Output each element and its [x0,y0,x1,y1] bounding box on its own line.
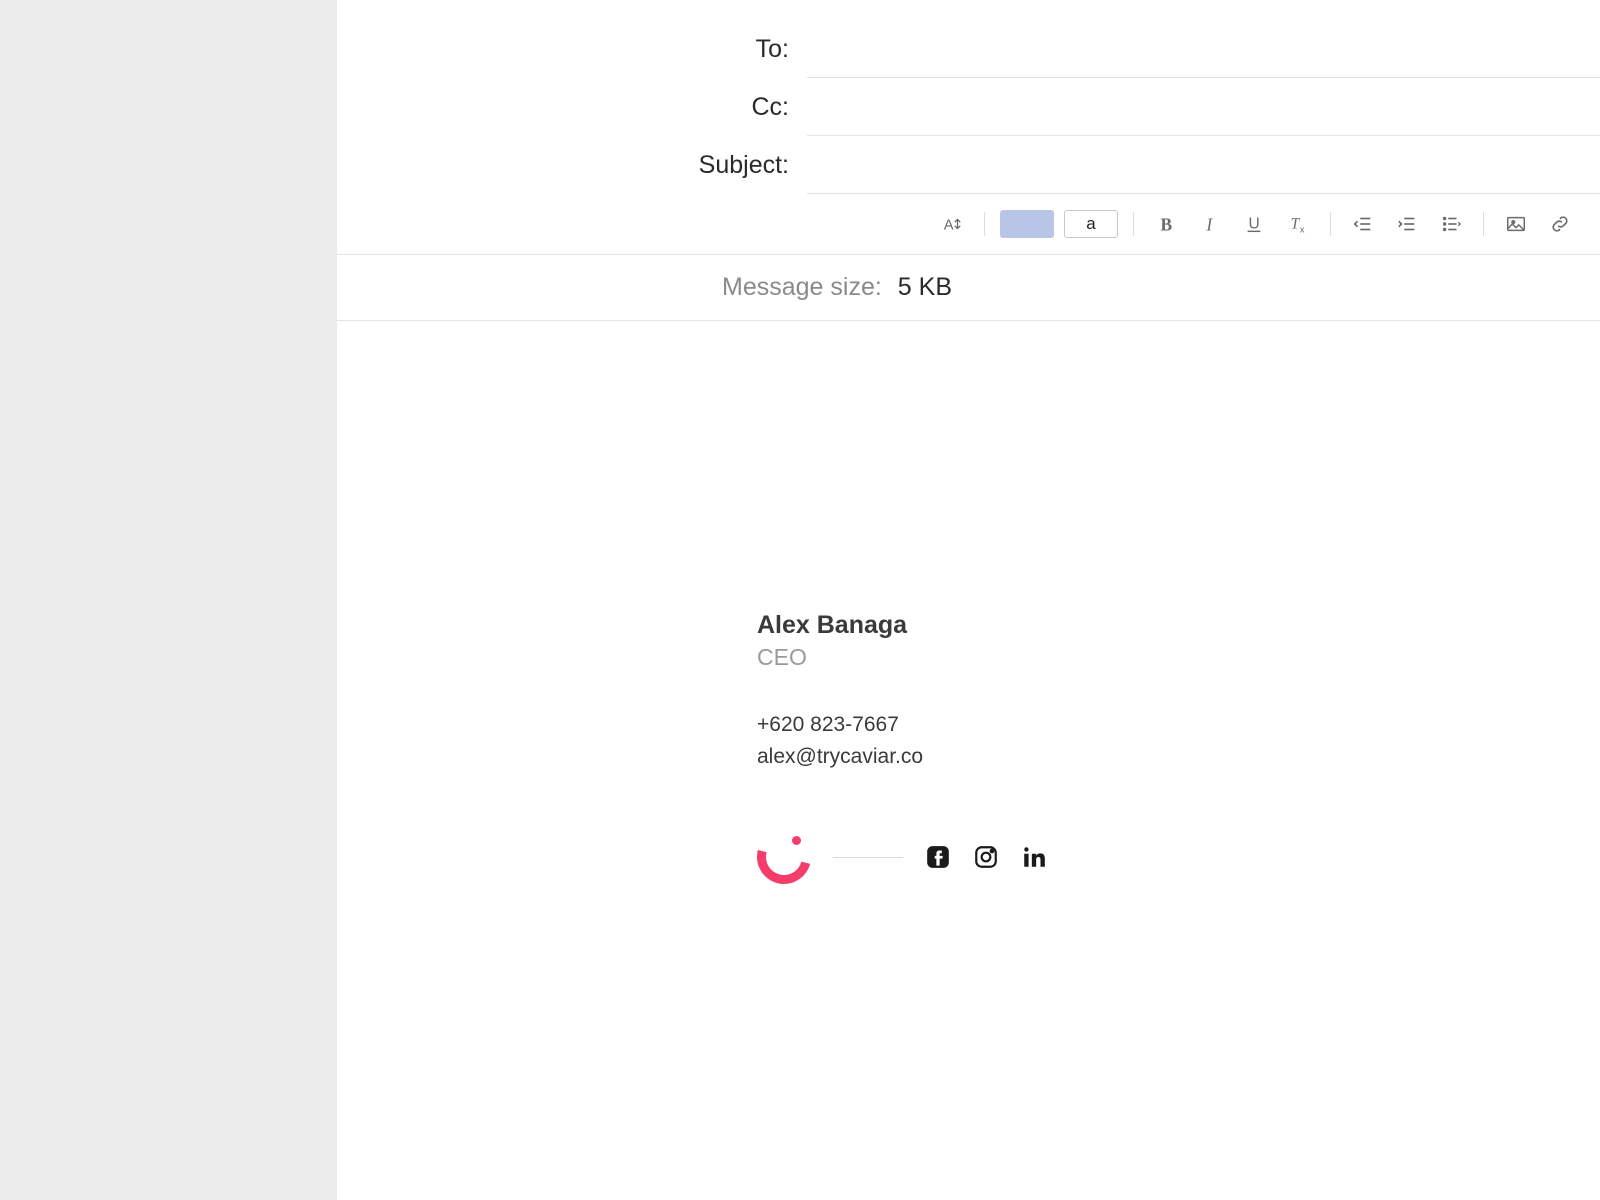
toolbar-separator [1330,212,1331,236]
company-logo-icon [757,830,811,884]
message-size-label: Message size: [722,273,882,302]
to-row: To: [337,20,1600,78]
facebook-icon[interactable] [925,844,951,870]
compose-pane: To: Cc: Subject: A a B I U [337,0,1600,1200]
signature-contact: +620 823-7667 alex@trycaviar.co [757,709,1600,772]
cc-input[interactable] [807,78,1600,136]
format-toolbar: A a B I U Tx [337,194,1600,255]
to-input[interactable] [807,20,1600,78]
toolbar-separator [1483,212,1484,236]
indent-button[interactable] [1387,206,1427,242]
insert-image-button[interactable] [1496,206,1536,242]
signature-footer [757,830,1600,884]
italic-button[interactable]: I [1190,206,1230,242]
message-size-bar: Message size: 5 KB [337,255,1600,321]
signature-email: alex@trycaviar.co [757,741,1600,773]
insert-link-button[interactable] [1540,206,1580,242]
signature-block: Alex Banaga CEO +620 823-7667 alex@tryca… [757,611,1600,884]
svg-text:I: I [1205,214,1213,234]
svg-text:B: B [1161,214,1173,234]
signature-name: Alex Banaga [757,611,1600,640]
cc-row: Cc: [337,78,1600,136]
subject-input[interactable] [807,136,1600,194]
instagram-icon[interactable] [973,844,999,870]
signature-phone: +620 823-7667 [757,709,1600,741]
subject-label: Subject: [337,151,807,180]
subject-row: Subject: [337,136,1600,194]
linkedin-icon[interactable] [1021,844,1047,870]
toolbar-separator [984,212,985,236]
sidebar-panel [0,0,337,1200]
list-button[interactable] [1431,206,1471,242]
svg-text:x: x [1300,224,1305,234]
highlight-color-button[interactable] [1000,210,1054,238]
signature-title: CEO [757,644,1600,671]
underline-button[interactable]: U [1234,206,1274,242]
message-size-value: 5 KB [898,273,952,302]
clear-format-button[interactable]: Tx [1278,206,1318,242]
signature-divider [833,857,903,858]
toolbar-separator [1133,212,1134,236]
font-size-button[interactable]: A [932,206,972,242]
svg-text:A: A [944,218,954,234]
svg-text:U: U [1249,216,1260,233]
compose-header: To: Cc: Subject: [337,0,1600,194]
message-body[interactable]: Alex Banaga CEO +620 823-7667 alex@tryca… [337,321,1600,1200]
bold-button[interactable]: B [1146,206,1186,242]
outdent-button[interactable] [1343,206,1383,242]
cc-label: Cc: [337,93,807,122]
to-label: To: [337,35,807,64]
text-color-button[interactable]: a [1064,210,1118,238]
